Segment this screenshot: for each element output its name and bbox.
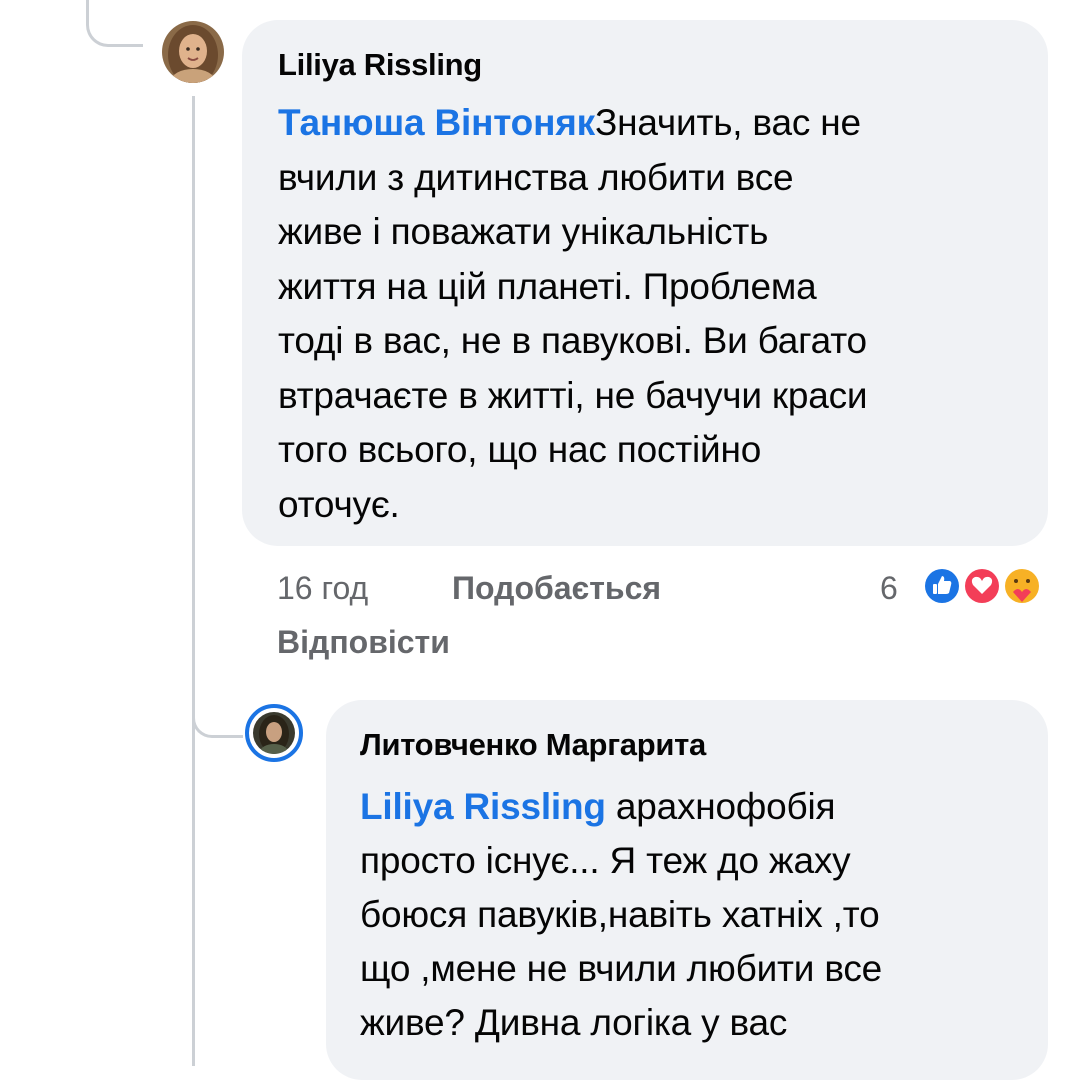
- comment-line: тоді в вас, не в павукові. Ви багато: [278, 320, 867, 361]
- mention-link[interactable]: Танюша Вінтоняк: [278, 102, 595, 143]
- avatar[interactable]: [162, 21, 224, 83]
- comment-line: життя на цій планеті. Проблема: [278, 265, 817, 307]
- comment-line: того всього, що нас постійно: [278, 429, 762, 470]
- profile-photo-icon: [253, 712, 295, 754]
- avatar[interactable]: [245, 704, 303, 762]
- reply-connector: [192, 690, 243, 738]
- thread-line: [192, 96, 195, 1066]
- reaction-summary[interactable]: [914, 562, 1054, 610]
- reply-text: Liliya Rissling арахнофобія просто існує…: [360, 780, 1014, 1050]
- comment-line: втрачаєте в житті, не бачучи краси: [278, 374, 868, 416]
- care-icon: [1002, 566, 1042, 606]
- comment-text: Танюша ВінтонякЗначить, вас не вчили з д…: [278, 96, 1012, 532]
- profile-photo-icon: [162, 21, 224, 83]
- reaction-count[interactable]: 6: [880, 568, 898, 608]
- like-button[interactable]: Подобається: [452, 568, 661, 608]
- reply-line: просто існує... Я теж до жаху: [360, 840, 851, 881]
- comment-author[interactable]: Liliya Rissling: [278, 42, 1012, 88]
- love-icon: [961, 565, 1003, 607]
- comment-line: вчили з дитинства любити все: [278, 156, 794, 198]
- reply-author[interactable]: Литовченко Маргарита: [360, 722, 1014, 768]
- comment-line: живе і поважати унікальність: [278, 211, 769, 252]
- mention-link[interactable]: Liliya Rissling: [360, 786, 606, 827]
- reply-line: арахнофобія: [605, 786, 836, 827]
- reply-bubble: Литовченко Маргарита Liliya Rissling ара…: [326, 700, 1048, 1080]
- reply-line: живе? Дивна логіка у вас: [360, 1002, 788, 1043]
- thread-connector: [86, 0, 143, 47]
- comment-line: Значить, вас не: [594, 102, 861, 143]
- like-icon: [921, 565, 963, 607]
- comment-timestamp[interactable]: 16 год: [277, 568, 368, 608]
- reply-line: боюся павуків,навіть хатніх ,то: [360, 894, 880, 935]
- reply-line: що ,мене не вчили любити все: [360, 948, 883, 989]
- reply-button[interactable]: Відповісти: [277, 622, 450, 662]
- comment-line: оточує.: [278, 483, 400, 525]
- comment-bubble: Liliya Rissling Танюша ВінтонякЗначить, …: [242, 20, 1048, 546]
